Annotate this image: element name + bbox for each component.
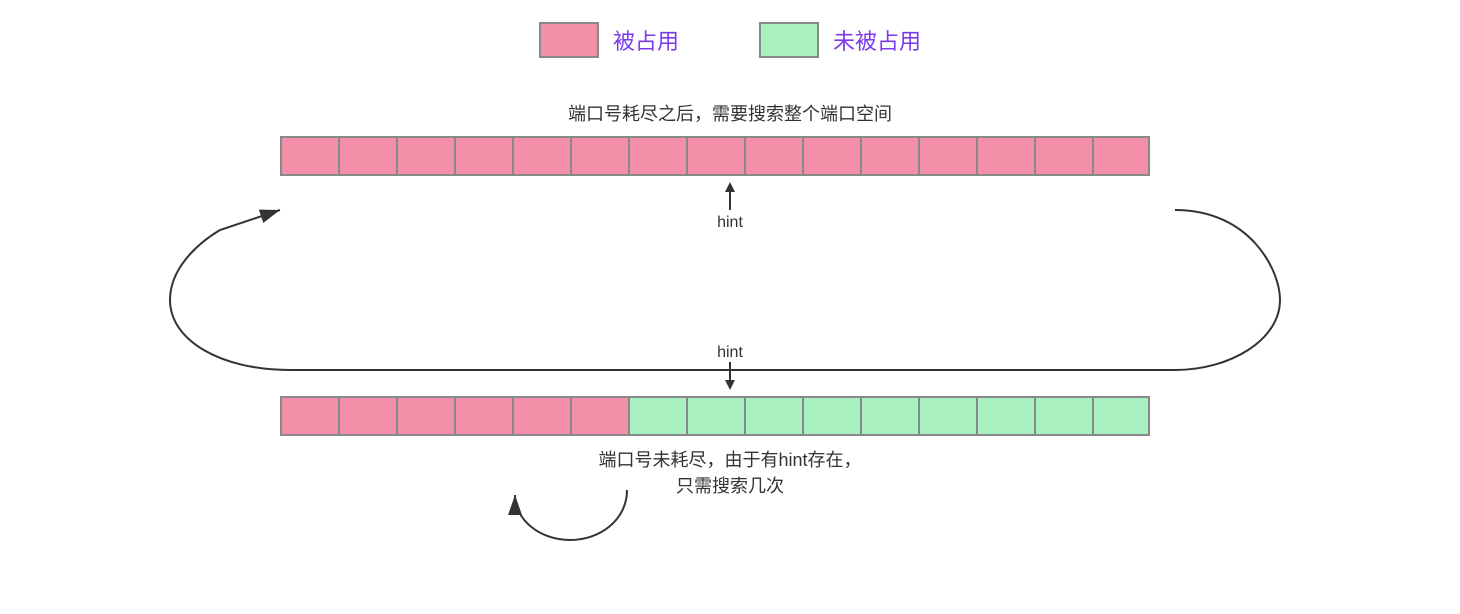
bottom-port-cell-4 bbox=[512, 396, 570, 436]
top-port-cell-11 bbox=[918, 136, 976, 176]
hint-up-arrow-icon bbox=[718, 182, 742, 210]
top-port-cell-7 bbox=[686, 136, 744, 176]
top-port-cell-3 bbox=[454, 136, 512, 176]
top-port-cell-1 bbox=[338, 136, 396, 176]
bottom-port-cell-7 bbox=[686, 396, 744, 436]
occupied-label: 被占用 bbox=[613, 24, 679, 56]
free-label: 未被占用 bbox=[833, 24, 921, 56]
bottom-port-cell-8 bbox=[744, 396, 802, 436]
bottom-port-cell-3 bbox=[454, 396, 512, 436]
legend-occupied: 被占用 bbox=[539, 22, 679, 58]
hint-top-container: hint bbox=[280, 182, 1180, 232]
free-box bbox=[759, 22, 819, 58]
hint-bottom-label: hint bbox=[717, 344, 743, 362]
top-port-cell-10 bbox=[860, 136, 918, 176]
top-port-cell-14 bbox=[1092, 136, 1150, 176]
bottom-port-cell-12 bbox=[976, 396, 1034, 436]
bottom-port-cell-11 bbox=[918, 396, 976, 436]
top-port-cell-8 bbox=[744, 136, 802, 176]
top-diagram-label: 端口号耗尽之后，需要搜索整个端口空间 bbox=[280, 100, 1180, 126]
bottom-port-cell-6 bbox=[628, 396, 686, 436]
top-port-cell-9 bbox=[802, 136, 860, 176]
bottom-port-cell-0 bbox=[280, 396, 338, 436]
bottom-port-cell-5 bbox=[570, 396, 628, 436]
bottom-port-cell-13 bbox=[1034, 396, 1092, 436]
top-port-cell-4 bbox=[512, 136, 570, 176]
top-port-cell-12 bbox=[976, 136, 1034, 176]
bottom-port-cell-9 bbox=[802, 396, 860, 436]
bottom-label-line1: 端口号未耗尽，由于有hint存在， bbox=[280, 446, 1180, 472]
top-port-cell-2 bbox=[396, 136, 454, 176]
top-port-cell-5 bbox=[570, 136, 628, 176]
occupied-box bbox=[539, 22, 599, 58]
hint-down-arrow-icon bbox=[718, 362, 742, 390]
arrow-overlay bbox=[0, 0, 1460, 614]
top-port-cell-6 bbox=[628, 136, 686, 176]
top-port-cell-0 bbox=[280, 136, 338, 176]
bottom-port-cell-14 bbox=[1092, 396, 1150, 436]
legend: 被占用 未被占用 bbox=[0, 0, 1460, 58]
top-diagram: 端口号耗尽之后，需要搜索整个端口空间 hint bbox=[280, 100, 1180, 232]
bottom-port-cell-1 bbox=[338, 396, 396, 436]
bottom-port-row bbox=[280, 396, 1180, 436]
top-port-row bbox=[280, 136, 1180, 176]
bottom-port-cell-2 bbox=[396, 396, 454, 436]
top-port-cell-13 bbox=[1034, 136, 1092, 176]
hint-bottom-container: hint bbox=[280, 340, 1180, 390]
legend-free: 未被占用 bbox=[759, 22, 921, 58]
bottom-label-line2: 只需搜索几次 bbox=[280, 472, 1180, 498]
hint-top-label: hint bbox=[717, 214, 743, 232]
bottom-port-cell-10 bbox=[860, 396, 918, 436]
bottom-diagram: hint 端口号未耗尽，由于有hint存在， 只需搜索几次 bbox=[280, 340, 1180, 498]
